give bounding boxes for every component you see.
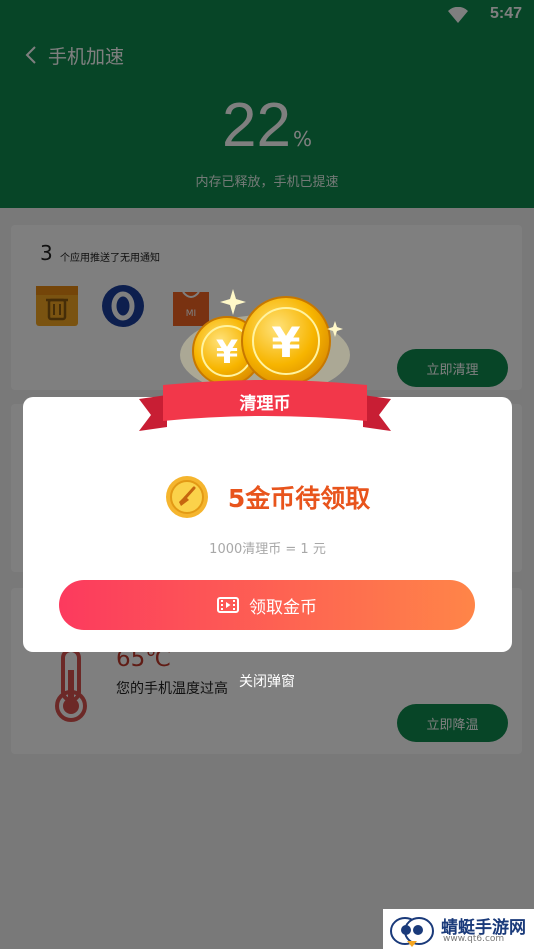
- reward-row: 5金币待领取: [23, 475, 512, 519]
- claim-button-label: 领取金币: [249, 597, 317, 618]
- watermark-url: www.qt6.com: [443, 934, 505, 944]
- exchange-rate: 1000清理币 = 1 元: [209, 542, 326, 557]
- reward-text: 5金币待领取: [227, 484, 371, 513]
- close-popup-link[interactable]: 关闭弹窗: [0, 671, 534, 691]
- reward-modal: 5金币待领取 1000清理币 = 1 元 领取金币: [23, 397, 512, 652]
- ribbon-label: 清理币: [239, 394, 291, 414]
- svg-text:¥: ¥: [216, 333, 238, 371]
- dragonfly-logo-icon: [390, 917, 434, 947]
- svg-text:¥: ¥: [271, 318, 300, 367]
- claim-coins-button[interactable]: 领取金币: [59, 580, 475, 630]
- broom-coin-icon: [165, 476, 208, 518]
- video-icon: [217, 597, 239, 613]
- watermark: 蜻蜓手游网 www.qt6.com: [383, 909, 534, 949]
